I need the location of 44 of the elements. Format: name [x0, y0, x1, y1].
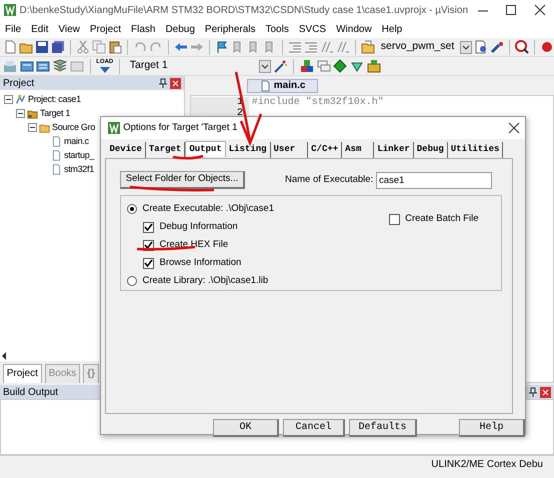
- menu-item[interactable]: Help: [376, 22, 408, 36]
- menu-item[interactable]: Flash: [126, 22, 160, 36]
- menu-item[interactable]: File: [0, 22, 26, 36]
- dialog-button[interactable]: Help: [459, 419, 525, 437]
- find-dropdown[interactable]: servo_pwm_set: [376, 40, 458, 54]
- menu-item[interactable]: Edit: [26, 22, 54, 36]
- tree-item[interactable]: Project: case1: [28, 93, 81, 106]
- dialog-tab[interactable]: Asm: [342, 142, 374, 158]
- menu-item[interactable]: SVCS: [294, 22, 332, 36]
- option-label[interactable]: Create Executable: .\Obj\case1: [142, 202, 274, 216]
- menu-item[interactable]: Project: [84, 22, 126, 36]
- dialog-title: Options for Target 'Target 1: [123, 120, 238, 135]
- window-title: D:\benkeStudy\XiangMuFile\ARM STM32 BORD\STM32\CSDN\Study case 1\case1.uvprojx - µVision: [20, 4, 468, 18]
- tree-item[interactable]: Target 1: [40, 107, 70, 120]
- option-label[interactable]: Browse Information: [160, 256, 242, 270]
- code-line: #include "stm32f10x.h": [252, 96, 384, 108]
- dialog-tab[interactable]: Output: [185, 140, 226, 157]
- dialog-tab[interactable]: Listing: [226, 142, 271, 158]
- field-label: Name of Executable:: [285, 172, 374, 187]
- option-label[interactable]: Create Library: .\Obj\case1.lib: [142, 274, 268, 288]
- menu-item[interactable]: Tools: [260, 22, 294, 36]
- panel-tab[interactable]: Project: [2, 364, 42, 383]
- name-field[interactable]: case1: [376, 172, 492, 188]
- status-text: ULINK2/ME Cortex Debu: [431, 458, 543, 472]
- option-label[interactable]: Create Batch File: [405, 212, 478, 226]
- menu-item[interactable]: Peripherals: [200, 22, 260, 36]
- tree-item[interactable]: startup_: [64, 149, 94, 162]
- target-dropdown[interactable]: Target 1: [126, 58, 256, 74]
- option-label[interactable]: Create HEX File: [160, 238, 228, 252]
- select-folder-button[interactable]: Select Folder for Objects...: [120, 171, 245, 189]
- dialog-button[interactable]: OK: [213, 419, 279, 437]
- tree-item[interactable]: Source Gro: [52, 121, 96, 134]
- line-number: 2: [236, 108, 243, 119]
- tree-item[interactable]: stm32f1: [64, 163, 94, 176]
- panel-title: Build Output: [3, 386, 58, 400]
- dialog-button[interactable]: Cancel: [283, 419, 345, 437]
- option-label[interactable]: Debug Information: [160, 220, 238, 234]
- menu-item[interactable]: View: [53, 22, 85, 36]
- editor-tab[interactable]: main.c: [247, 78, 318, 93]
- menu-item[interactable]: Debug: [160, 22, 200, 36]
- panel-title: Project: [3, 76, 34, 90]
- tree-item[interactable]: main.c: [64, 135, 89, 148]
- menu-item[interactable]: Window: [331, 22, 377, 36]
- dialog-button[interactable]: Defaults: [349, 419, 417, 437]
